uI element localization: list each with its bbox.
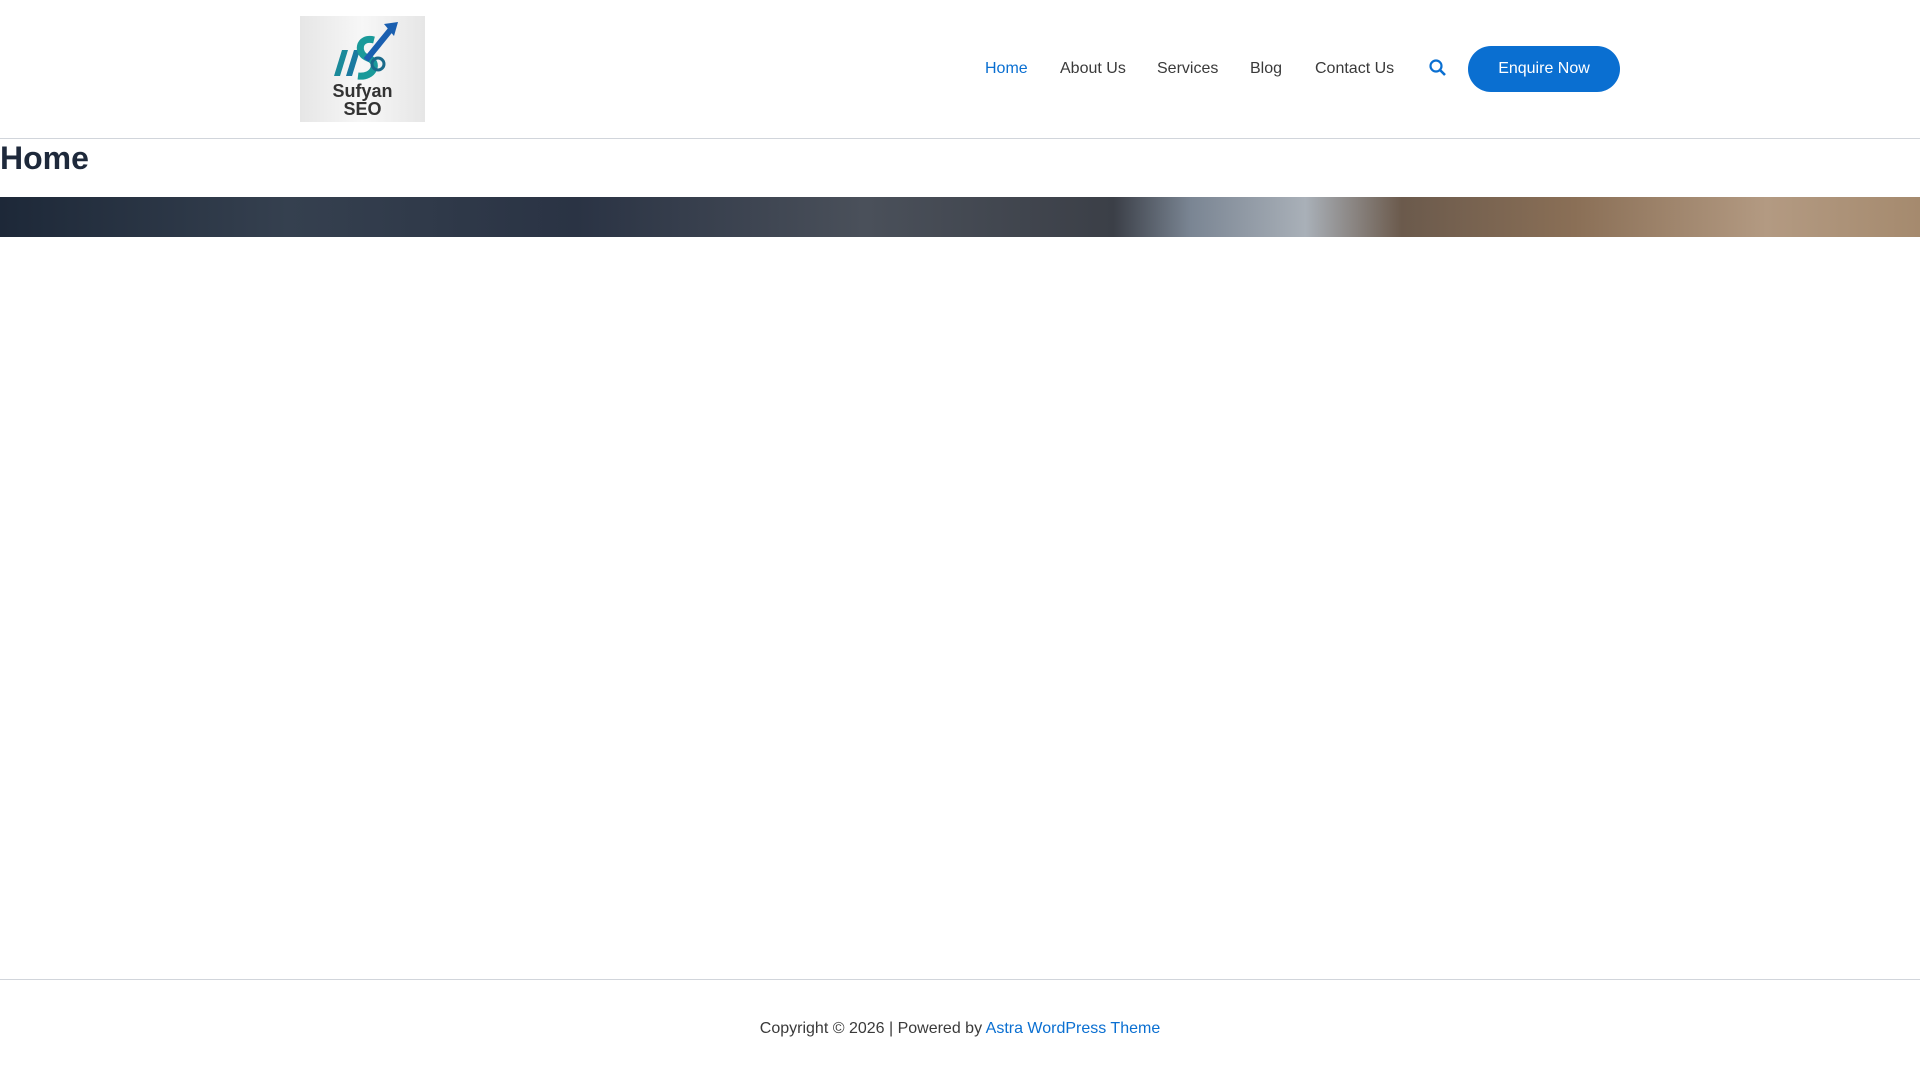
nav-about-us[interactable]: About Us bbox=[1060, 60, 1126, 78]
copyright-text: Copyright © 2026 | Powered by bbox=[759, 1020, 986, 1037]
logo-graphic-icon bbox=[334, 22, 398, 80]
search-icon[interactable] bbox=[1428, 58, 1450, 80]
hero-banner-image bbox=[0, 197, 1920, 237]
nav-contact-us[interactable]: Contact Us bbox=[1315, 60, 1394, 78]
logo-text-line2: SEO bbox=[343, 99, 382, 119]
site-header: Sufyan SEO Home About Us Services Blog C… bbox=[0, 0, 1920, 139]
nav-home[interactable]: Home bbox=[985, 60, 1028, 78]
nav-services[interactable]: Services bbox=[1157, 60, 1218, 78]
footer-copyright: Copyright © 2026 | Powered by Astra Word… bbox=[0, 1020, 1920, 1038]
site-logo[interactable]: Sufyan SEO bbox=[300, 16, 425, 122]
site-footer: Copyright © 2026 | Powered by Astra Word… bbox=[0, 979, 1920, 1080]
logo-text-line1: Sufyan bbox=[332, 81, 393, 101]
page-title: Home bbox=[0, 140, 89, 176]
astra-theme-link[interactable]: Astra WordPress Theme bbox=[986, 1020, 1161, 1037]
nav-blog[interactable]: Blog bbox=[1250, 60, 1282, 78]
enquire-now-button[interactable]: Enquire Now bbox=[1468, 46, 1620, 92]
